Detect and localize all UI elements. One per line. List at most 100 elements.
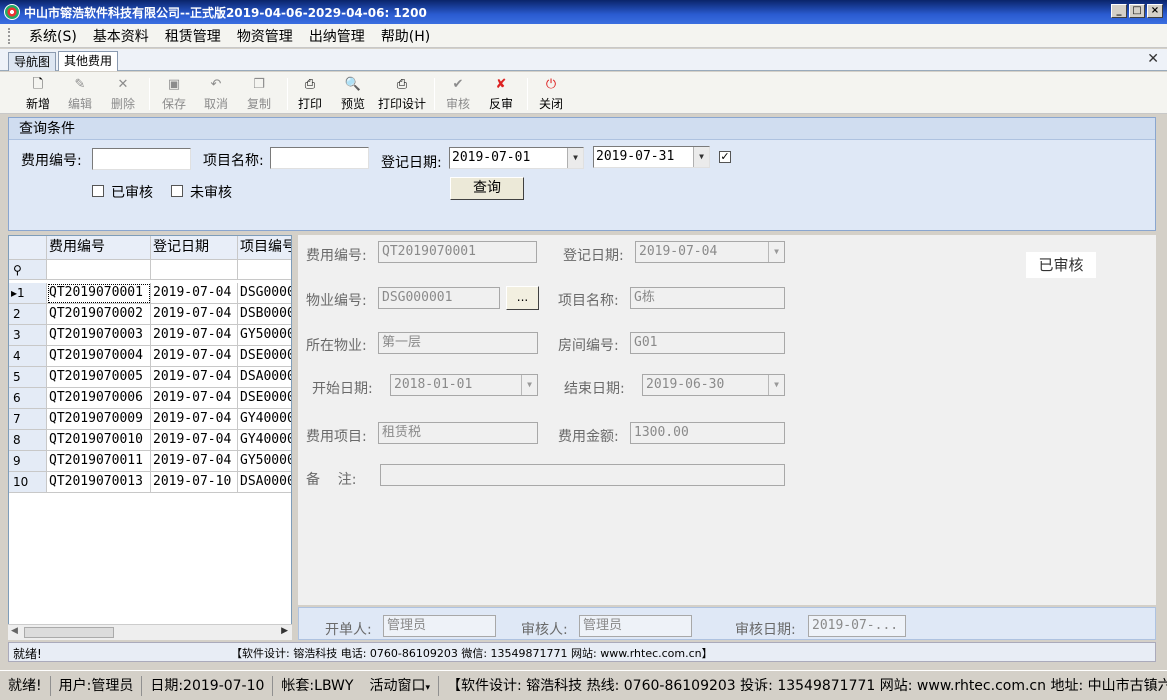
chevron-down-icon[interactable]: ▼: [567, 148, 583, 168]
grid-cell-item-no[interactable]: DSA0000: [238, 472, 291, 493]
filter-cell[interactable]: [47, 260, 151, 280]
grid-cell-fee-no[interactable]: QT2019070004: [47, 346, 151, 367]
new-button[interactable]: 🗋 新增: [22, 75, 54, 113]
grid-cell-item-no[interactable]: DSE0000: [238, 346, 291, 367]
row-indicator[interactable]: 5: [9, 367, 47, 388]
column-header-reg-date[interactable]: 登记日期: [151, 236, 238, 260]
menu-system[interactable]: 系统(S): [21, 26, 85, 46]
scroll-thumb[interactable]: [24, 627, 114, 638]
grid-cell-reg-date[interactable]: 2019-07-04: [151, 283, 238, 304]
grid-cell-reg-date[interactable]: 2019-07-04: [151, 367, 238, 388]
approve-date-field[interactable]: 2019-07-...: [808, 615, 906, 637]
grid-cell-fee-no[interactable]: QT2019070005: [47, 367, 151, 388]
close-tab-icon[interactable]: ✕: [1147, 51, 1159, 67]
browse-property-button[interactable]: ...: [506, 286, 539, 310]
approved-checkbox[interactable]: [92, 185, 104, 197]
menu-help[interactable]: 帮助(H): [373, 26, 438, 46]
delete-button[interactable]: ✕ 删除: [107, 75, 139, 113]
chevron-down-icon[interactable]: ▼: [768, 242, 784, 262]
preview-button[interactable]: 🔍 预览: [337, 75, 369, 113]
detail-start-field[interactable]: 2018-01-01 ▼: [390, 374, 538, 396]
row-indicator[interactable]: 8: [9, 430, 47, 451]
detail-reg-date-field[interactable]: 2019-07-04 ▼: [635, 241, 785, 263]
grid-cell-reg-date[interactable]: 2019-07-04: [151, 325, 238, 346]
row-indicator[interactable]: 4: [9, 346, 47, 367]
detail-location-field[interactable]: 第一层: [378, 332, 538, 354]
tab-navigation[interactable]: 导航图: [8, 52, 57, 71]
grid-cell-item-no[interactable]: GY50000: [238, 325, 291, 346]
filter-cell[interactable]: [151, 260, 238, 280]
detail-property-no-field[interactable]: DSG000001: [378, 287, 500, 309]
detail-fee-item-field[interactable]: 租赁税: [378, 422, 538, 444]
column-header-item-no[interactable]: 项目编号: [238, 236, 291, 260]
filter-cell[interactable]: [238, 260, 291, 280]
grid-cell-fee-no[interactable]: QT2019070010: [47, 430, 151, 451]
date-to-picker[interactable]: 2019-07-31 ▼: [593, 146, 710, 168]
detail-amount-field[interactable]: 1300.00: [630, 422, 785, 444]
menu-cashier[interactable]: 出纳管理: [301, 26, 373, 46]
grid-horizontal-scrollbar[interactable]: ◀ ▶: [8, 624, 292, 640]
row-indicator[interactable]: 3: [9, 325, 47, 346]
chevron-down-icon[interactable]: ▼: [693, 147, 709, 167]
row-indicator[interactable]: 7: [9, 409, 47, 430]
grid-cell-item-no[interactable]: DSA0000: [238, 367, 291, 388]
approver-field[interactable]: 管理员: [579, 615, 692, 637]
menu-basic-data[interactable]: 基本资料: [85, 26, 157, 46]
grid-cell-fee-no[interactable]: QT2019070011: [47, 451, 151, 472]
status-active-window[interactable]: 活动窗口▾: [361, 675, 439, 696]
scroll-right-icon[interactable]: ▶: [281, 626, 288, 636]
tab-other-fees[interactable]: 其他费用: [58, 51, 119, 71]
creator-field[interactable]: 管理员: [383, 615, 496, 637]
edit-button[interactable]: ✎ 编辑: [64, 75, 96, 113]
grid-cell-reg-date[interactable]: 2019-07-04: [151, 388, 238, 409]
grid-cell-reg-date[interactable]: 2019-07-04: [151, 430, 238, 451]
grid-cell-reg-date[interactable]: 2019-07-04: [151, 346, 238, 367]
close-button[interactable]: ⏻ 关闭: [535, 75, 567, 113]
unapproved-checkbox[interactable]: [171, 185, 183, 197]
grid-cell-item-no[interactable]: DSB0000: [238, 304, 291, 325]
grid-cell-fee-no[interactable]: QT2019070001: [47, 283, 151, 304]
grid-cell-fee-no[interactable]: QT2019070002: [47, 304, 151, 325]
row-indicator[interactable]: 6: [9, 388, 47, 409]
print-design-button[interactable]: ⎙ 打印设计: [376, 75, 428, 113]
grid-cell-fee-no[interactable]: QT2019070003: [47, 325, 151, 346]
chevron-down-icon[interactable]: ▼: [768, 375, 784, 395]
grid-cell-reg-date[interactable]: 2019-07-10: [151, 472, 238, 493]
search-button[interactable]: 查询: [450, 177, 524, 200]
grid-cell-reg-date[interactable]: 2019-07-04: [151, 304, 238, 325]
approve-button[interactable]: ✔ 审核: [442, 75, 474, 113]
row-indicator[interactable]: 2: [9, 304, 47, 325]
row-indicator[interactable]: ▸1: [9, 283, 47, 304]
chevron-down-icon[interactable]: ▼: [521, 375, 537, 395]
row-indicator[interactable]: 10: [9, 472, 47, 493]
grid-cell-item-no[interactable]: GY40000: [238, 430, 291, 451]
grid-cell-item-no[interactable]: DSG0000: [238, 283, 291, 304]
grid-cell-reg-date[interactable]: 2019-07-04: [151, 409, 238, 430]
grid-cell-item-no[interactable]: DSE0000: [238, 388, 291, 409]
grid-cell-fee-no[interactable]: QT2019070013: [47, 472, 151, 493]
date-from-picker[interactable]: 2019-07-01 ▼: [449, 147, 584, 169]
unapprove-button[interactable]: ✘ 反审: [485, 75, 517, 113]
detail-end-field[interactable]: 2019-06-30 ▼: [642, 374, 785, 396]
grid-cell-fee-no[interactable]: QT2019070006: [47, 388, 151, 409]
grid-cell-reg-date[interactable]: 2019-07-04: [151, 451, 238, 472]
grid-cell-item-no[interactable]: GY40000: [238, 409, 291, 430]
cancel-button[interactable]: ↶ 取消: [200, 75, 232, 113]
item-name-input[interactable]: [270, 147, 369, 169]
print-button[interactable]: ⎙ 打印: [294, 75, 326, 113]
save-button[interactable]: ▣ 保存: [158, 75, 190, 113]
grid-cell-item-no[interactable]: GY50000: [238, 451, 291, 472]
detail-item-name-field[interactable]: G栋: [630, 287, 785, 309]
date-filter-checkbox[interactable]: ✓: [719, 151, 731, 163]
grid-cell-fee-no[interactable]: QT2019070009: [47, 409, 151, 430]
copy-button[interactable]: ❐ 复制: [243, 75, 275, 113]
menu-materials[interactable]: 物资管理: [229, 26, 301, 46]
minimize-button[interactable]: _: [1111, 4, 1127, 18]
detail-remark-field[interactable]: [380, 464, 785, 486]
column-header-fee-no[interactable]: 费用编号: [47, 236, 151, 260]
scroll-left-icon[interactable]: ◀: [11, 626, 18, 636]
menu-lease[interactable]: 租赁管理: [157, 26, 229, 46]
detail-fee-no-field[interactable]: QT2019070001: [378, 241, 537, 263]
fee-no-input[interactable]: [92, 148, 191, 170]
row-indicator[interactable]: 9: [9, 451, 47, 472]
